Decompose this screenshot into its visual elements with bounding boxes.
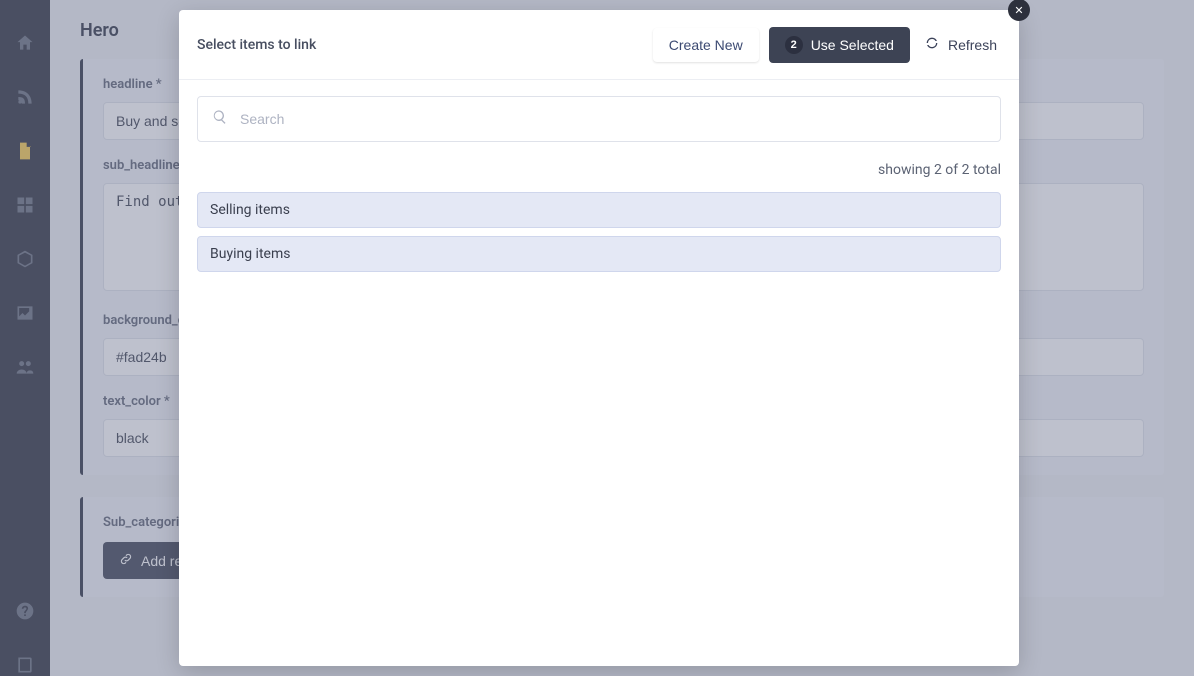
selected-count-badge: 2 — [785, 36, 803, 54]
refresh-label: Refresh — [948, 37, 997, 53]
list-item[interactable]: Selling items — [197, 192, 1001, 228]
modal-body: showing 2 of 2 total Selling items Buyin… — [179, 80, 1019, 666]
use-selected-button[interactable]: 2 Use Selected — [769, 27, 910, 63]
modal-title: Select items to link — [197, 37, 643, 53]
modal-header: Select items to link Create New 2 Use Se… — [179, 10, 1019, 80]
search-input[interactable] — [240, 111, 986, 127]
link-items-modal: ✕ Select items to link Create New 2 Use … — [179, 10, 1019, 666]
use-selected-label: Use Selected — [811, 37, 894, 53]
search-wrap — [197, 96, 1001, 142]
refresh-button[interactable]: Refresh — [920, 26, 1001, 63]
search-icon — [212, 109, 240, 129]
list-item[interactable]: Buying items — [197, 236, 1001, 272]
results-info: showing 2 of 2 total — [197, 162, 1001, 178]
create-new-button[interactable]: Create New — [653, 28, 759, 62]
close-icon[interactable]: ✕ — [1008, 0, 1030, 21]
refresh-icon — [924, 35, 940, 54]
